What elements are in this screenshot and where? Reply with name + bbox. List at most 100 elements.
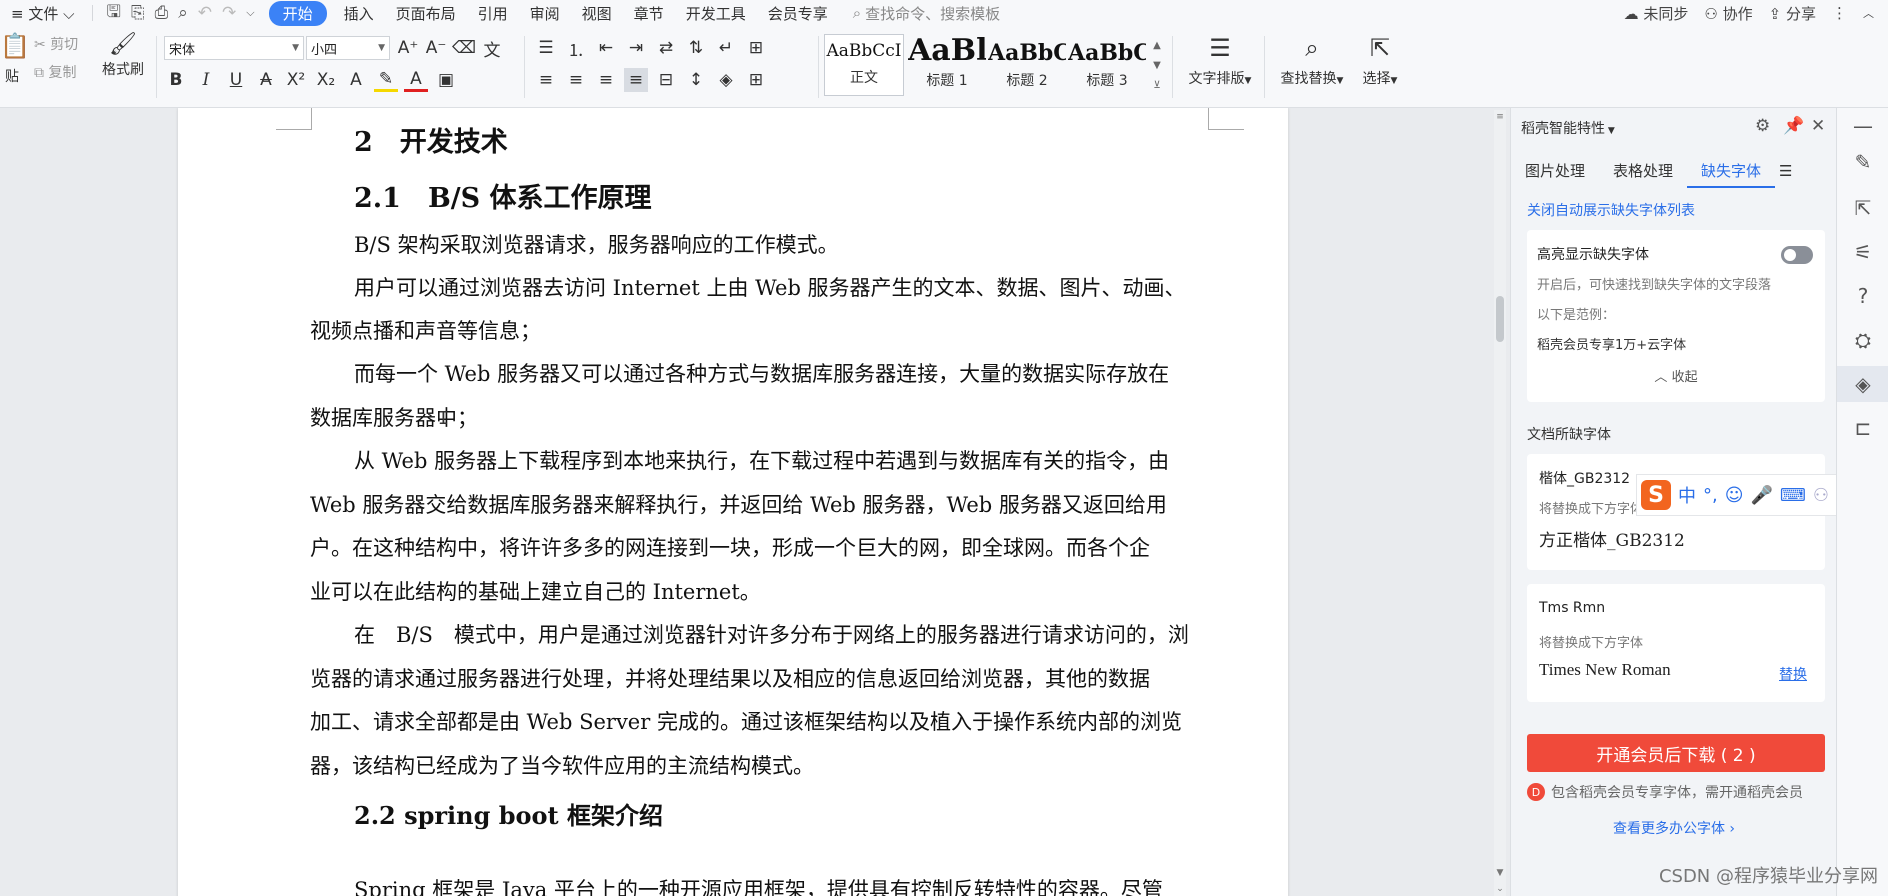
pane-title[interactable]: 稻壳智能特性 ▼: [1521, 118, 1615, 138]
download-button[interactable]: 开通会员后下载 ( 2 ): [1527, 734, 1825, 772]
decrease-indent-icon[interactable]: ⇤: [594, 36, 618, 60]
tab-view[interactable]: 视图: [571, 3, 623, 24]
paste-button[interactable]: 📋 贴: [0, 32, 30, 86]
ime-mode[interactable]: 中: [1678, 482, 1696, 508]
tab-developer[interactable]: 开发工具: [675, 3, 757, 24]
numbered-list-icon[interactable]: ⒈: [564, 36, 588, 61]
pin-icon[interactable]: 📌: [1783, 116, 1804, 136]
help-icon[interactable]: ?: [1837, 278, 1888, 314]
increase-indent-icon[interactable]: ⇥: [624, 36, 648, 60]
book-icon[interactable]: ⊏: [1837, 410, 1888, 446]
file-menu[interactable]: ≡ 文件 ⌵: [0, 3, 86, 24]
sogou-logo-icon[interactable]: S: [1641, 480, 1671, 510]
font-size-select[interactable]: 小四 ▼: [306, 36, 390, 60]
smart-feature-icon[interactable]: ◈: [1837, 366, 1888, 402]
tab-review[interactable]: 审阅: [519, 3, 571, 24]
highlight-icon[interactable]: ✎: [374, 68, 398, 92]
scroll-bottom-icon[interactable]: ⌄: [1494, 884, 1506, 894]
collapse-button[interactable]: ︿ 收起: [1527, 366, 1825, 385]
document-area[interactable]: 2 开发技术 2.1 B/S 体系工作原理 B/S 架构采取浏览器请求，服务器响…: [0, 108, 1490, 896]
tab-table-processing[interactable]: 表格处理: [1599, 154, 1687, 188]
replace-link[interactable]: 替换: [1779, 664, 1807, 684]
cut-button[interactable]: ✂ 剪切: [34, 34, 78, 54]
pointer-icon[interactable]: ⇱: [1837, 190, 1888, 226]
distribute-icon[interactable]: ⊟: [654, 68, 678, 92]
tab-references[interactable]: 引用: [467, 3, 519, 24]
select-button[interactable]: ⇱ 选择▼: [1354, 34, 1406, 88]
tab-member[interactable]: 会员专享: [757, 3, 839, 24]
bullet-list-icon[interactable]: ☰: [534, 36, 558, 60]
close-auto-show-link[interactable]: 关闭自动展示缺失字体列表: [1527, 200, 1695, 220]
microphone-icon[interactable]: 🎤: [1751, 485, 1773, 506]
bold-icon[interactable]: B: [164, 68, 188, 92]
punctuation-icon[interactable]: °,: [1703, 485, 1718, 506]
text-effect-icon[interactable]: A: [344, 68, 368, 92]
style-heading-3[interactable]: AaBbC 标题 3: [1068, 34, 1146, 96]
collab-button[interactable]: ⚇ 协作: [1704, 3, 1752, 24]
tab-missing-fonts[interactable]: 缺失字体: [1687, 154, 1776, 188]
font-color-icon[interactable]: A: [404, 68, 428, 92]
undo-icon[interactable]: ↶: [198, 3, 212, 23]
style-gallery-scroll[interactable]: ▲ ▼ ⊻: [1150, 36, 1164, 96]
export-icon[interactable]: ⎘: [131, 3, 145, 23]
char-border-icon[interactable]: ▣: [434, 68, 458, 92]
clear-format-icon[interactable]: ⌫: [452, 36, 476, 60]
justify-icon[interactable]: ≡: [624, 68, 648, 92]
find-replace-button[interactable]: ⌕ 查找替换▼: [1272, 34, 1352, 88]
share-button[interactable]: ⇪ 分享: [1769, 3, 1816, 24]
align-right-icon[interactable]: ≡: [594, 68, 618, 92]
borders-icon[interactable]: ⊞: [744, 68, 768, 92]
gear-icon[interactable]: ⚙: [1755, 116, 1770, 136]
chinese-layout-icon[interactable]: ⇄: [654, 36, 678, 60]
copy-button[interactable]: ⧉ 复制: [34, 62, 76, 82]
keyboard-icon[interactable]: ⌨: [1780, 485, 1806, 506]
scroll-down-icon[interactable]: ▼: [1494, 868, 1506, 878]
table-grid-icon[interactable]: ⊞: [744, 36, 768, 60]
replacement-font[interactable]: 方正楷体_GB2312: [1539, 526, 1685, 551]
highlight-toggle[interactable]: [1781, 246, 1813, 264]
grow-font-icon[interactable]: A⁺: [396, 36, 420, 60]
style-heading-2[interactable]: AaBbC 标题 2: [988, 34, 1066, 96]
print-icon[interactable]: ⎙: [155, 3, 169, 23]
scroll-top-icon[interactable]: ≡: [1494, 112, 1506, 122]
print-preview-icon[interactable]: ⌕: [178, 3, 188, 23]
line-spacing-icon[interactable]: ↕: [684, 68, 708, 92]
emoji-icon[interactable]: ☺: [1725, 485, 1744, 506]
pen-icon[interactable]: ✎: [1837, 144, 1888, 180]
vertical-scrollbar[interactable]: ≡ ▼ ⌄: [1494, 110, 1506, 896]
strikethrough-icon[interactable]: A: [254, 68, 278, 92]
save-icon[interactable]: 🖫: [107, 0, 121, 28]
chevron-down-icon[interactable]: ⌵: [246, 6, 254, 20]
show-marks-icon[interactable]: ↵: [714, 36, 738, 60]
shrink-font-icon[interactable]: A⁻: [424, 36, 448, 60]
subscript-icon[interactable]: X₂: [314, 68, 338, 92]
underline-icon[interactable]: U: [224, 68, 248, 92]
command-search[interactable]: ⌕ 查找命令、搜索模板: [853, 3, 1000, 24]
sliders-icon[interactable]: ⚟: [1837, 234, 1888, 270]
tab-home[interactable]: 开始: [268, 0, 327, 26]
more-icon[interactable]: ⋮: [1832, 4, 1847, 22]
phonetic-icon[interactable]: 文: [480, 36, 504, 61]
tab-page-layout[interactable]: 页面布局: [385, 3, 467, 24]
tab-image-processing[interactable]: 图片处理: [1511, 154, 1599, 188]
tab-section[interactable]: 章节: [623, 3, 675, 24]
tab-insert[interactable]: 插入: [333, 3, 385, 24]
image-tools-icon[interactable]: ⛭: [1837, 322, 1888, 358]
sort-icon[interactable]: ⇅: [684, 36, 708, 60]
sync-status[interactable]: ☁ 未同步: [1624, 3, 1689, 24]
align-center-icon[interactable]: ≡: [564, 68, 588, 92]
superscript-icon[interactable]: X²: [284, 68, 308, 92]
shading-icon[interactable]: ◈: [714, 68, 738, 92]
align-left-icon[interactable]: ≡: [534, 68, 558, 92]
drag-handle-icon[interactable]: —: [1837, 108, 1888, 144]
italic-icon[interactable]: I: [194, 68, 218, 92]
text-layout-button[interactable]: ☰ 文字排版▼: [1180, 34, 1260, 88]
style-heading-1[interactable]: AaBl 标题 1: [908, 34, 986, 96]
user-icon[interactable]: ⚇: [1813, 485, 1829, 506]
more-fonts-link[interactable]: 查看更多办公字体 ›: [1511, 818, 1837, 838]
format-painter-button[interactable]: 🖌 格式刷: [98, 32, 148, 79]
redo-icon[interactable]: ↷: [222, 3, 236, 23]
collapse-ribbon-icon[interactable]: ︿: [1863, 5, 1874, 21]
scrollbar-thumb[interactable]: [1496, 296, 1504, 342]
close-icon[interactable]: ✕: [1811, 116, 1825, 136]
